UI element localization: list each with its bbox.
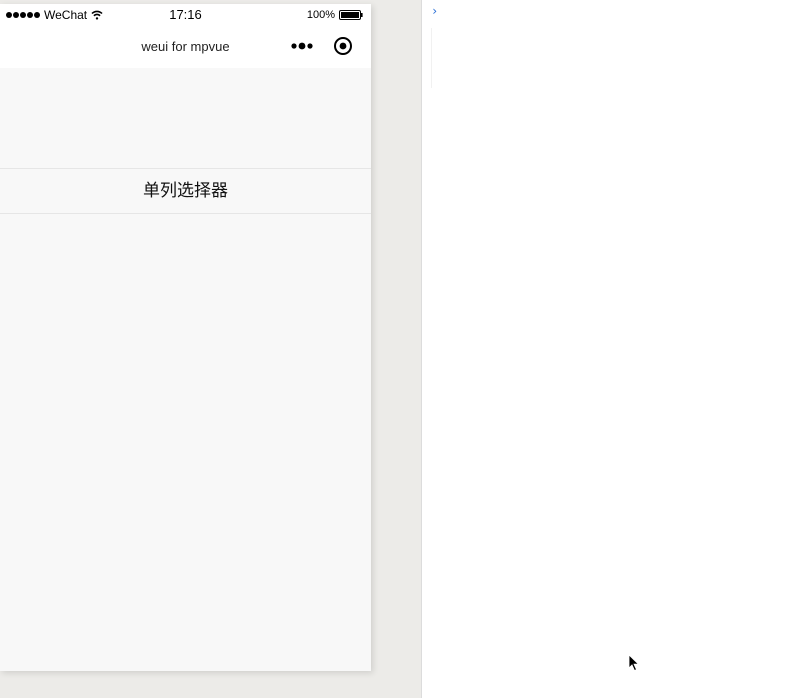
single-column-picker-button[interactable]: 单列选择器	[0, 168, 371, 214]
phone-simulator: WeChat 17:16 100% weui for mpvue 单列选择器	[0, 4, 371, 671]
target-circle-icon[interactable]	[333, 36, 353, 56]
navigation-bar: weui for mpvue	[0, 26, 371, 68]
battery-icon	[339, 10, 363, 20]
status-right: 100%	[307, 9, 363, 21]
console-gutter	[431, 28, 432, 88]
status-bar: WeChat 17:16 100%	[0, 4, 371, 26]
debugger-console[interactable]: ›	[421, 0, 803, 698]
mouse-pointer-icon	[628, 654, 640, 672]
menu-capsule	[291, 36, 353, 56]
console-prompt[interactable]: ›	[431, 4, 438, 18]
more-dots-icon[interactable]	[291, 42, 313, 50]
battery-percent: 100%	[306, 9, 335, 21]
